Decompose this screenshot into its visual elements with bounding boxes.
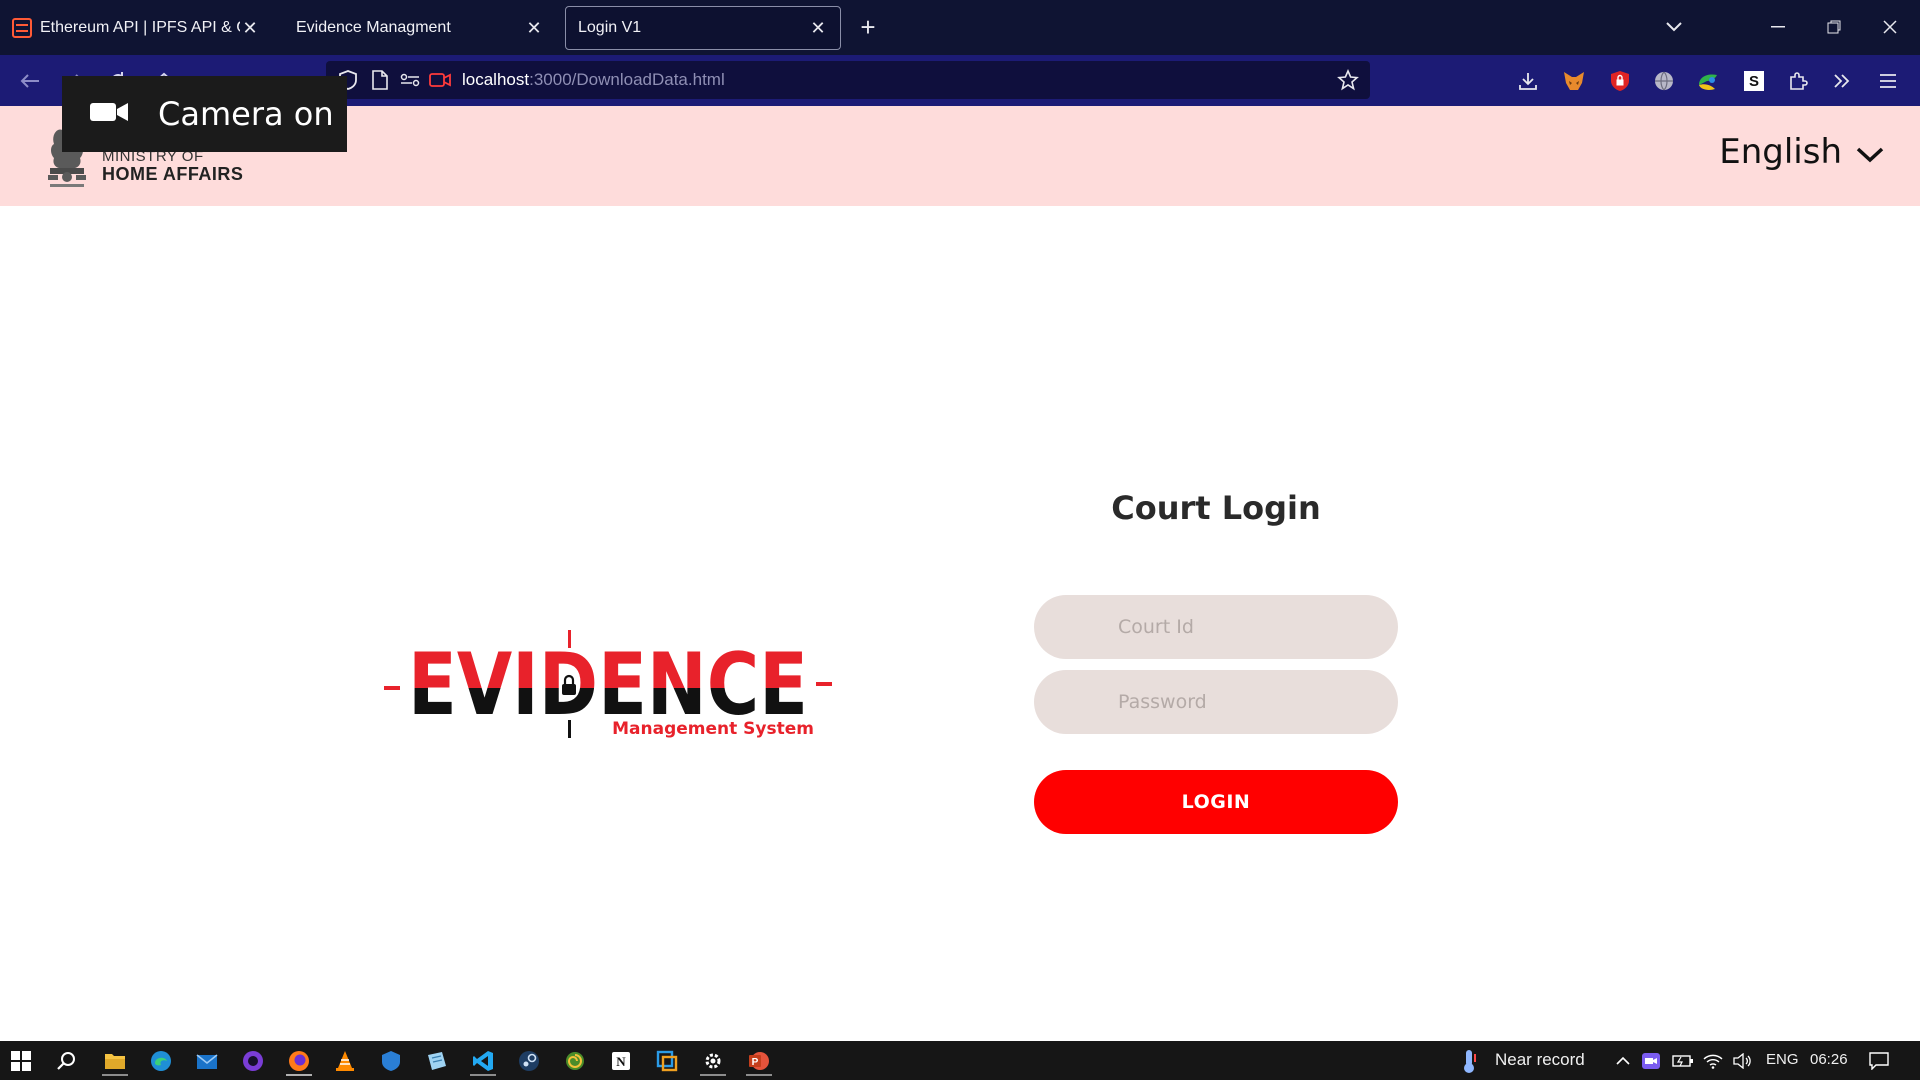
home-affairs-label: HOME AFFAIRS	[102, 164, 244, 184]
camera-sharing-icon[interactable]	[422, 62, 458, 98]
tab-evidence-managment[interactable]: Evidence Managment ✕	[284, 6, 556, 50]
steam-icon[interactable]	[514, 1046, 544, 1076]
url-text[interactable]: localhost:3000/DownloadData.html	[462, 70, 725, 90]
vscode-icon[interactable]	[468, 1046, 498, 1076]
password-manager-lock-icon[interactable]	[1602, 63, 1638, 99]
bookmark-star-icon[interactable]	[1330, 62, 1366, 98]
thermometer-weather-icon[interactable]	[1454, 1046, 1484, 1076]
colorful-extension-icon[interactable]	[1690, 63, 1726, 99]
new-tab-plus-icon[interactable]: +	[848, 8, 888, 46]
court-login-title: Court Login	[1111, 489, 1321, 527]
windows-taskbar: N P Near record ENG 06:26	[0, 1041, 1920, 1080]
tab-login-v1[interactable]: Login V1 ✕	[565, 6, 841, 50]
input-language[interactable]: ENG	[1766, 1051, 1799, 1068]
hamburger-menu-icon[interactable]	[1870, 63, 1906, 99]
windows-start-icon[interactable]	[6, 1046, 36, 1076]
blue-app-icon[interactable]	[376, 1046, 406, 1076]
overflow-chevrons-icon[interactable]	[1824, 63, 1860, 99]
evidence-logo: EVIDENCE EVIDENCE Management System	[380, 628, 840, 740]
url-path: :3000/DownloadData.html	[529, 70, 725, 89]
running-indicator	[470, 1074, 496, 1076]
settings-gear-icon[interactable]	[698, 1046, 728, 1076]
running-indicator	[746, 1074, 772, 1076]
tab-close-icon[interactable]: ✕	[808, 18, 828, 39]
tray-camera-icon[interactable]	[1636, 1046, 1666, 1076]
back-arrow-icon[interactable]	[12, 63, 48, 99]
language-select[interactable]: English	[1719, 132, 1884, 172]
logo-dash-right	[816, 682, 832, 686]
downloads-icon[interactable]	[1510, 63, 1546, 99]
tab-close-icon[interactable]: ✕	[524, 18, 544, 39]
browser-tab-strip: Ethereum API | IPFS API & Gatew ✕ Eviden…	[0, 0, 1920, 55]
window-close-icon[interactable]	[1870, 8, 1910, 46]
svg-text:S: S	[1749, 73, 1759, 90]
tab-close-icon[interactable]: ✕	[240, 18, 260, 39]
svg-text:P: P	[752, 1057, 759, 1068]
camera-on-overlay: Camera on	[62, 76, 347, 152]
camera-on-label: Camera on	[158, 95, 334, 133]
tab-ethereum-api[interactable]: Ethereum API | IPFS API & Gatew ✕	[0, 6, 272, 50]
globe-extension-icon[interactable]	[1646, 63, 1682, 99]
clock-time[interactable]: 06:26	[1810, 1051, 1848, 1068]
notepad-icon[interactable]	[422, 1046, 452, 1076]
purple-app-icon[interactable]	[238, 1046, 268, 1076]
volume-icon[interactable]	[1728, 1046, 1758, 1076]
notification-center-icon[interactable]	[1864, 1046, 1894, 1076]
running-indicator	[700, 1074, 726, 1076]
powerpoint-icon[interactable]: P	[744, 1046, 774, 1076]
metamask-fox-icon[interactable]	[1556, 63, 1592, 99]
url-host: localhost	[462, 70, 530, 89]
weather-text[interactable]: Near record	[1495, 1050, 1585, 1070]
running-indicator	[102, 1074, 128, 1076]
active-indicator	[286, 1074, 312, 1076]
video-camera-icon	[90, 101, 130, 128]
vlc-icon[interactable]	[330, 1046, 360, 1076]
wifi-icon[interactable]	[1698, 1046, 1728, 1076]
s-extension-icon[interactable]: S	[1736, 63, 1772, 99]
restore-icon[interactable]	[1814, 8, 1854, 46]
snipping-tool-icon[interactable]	[652, 1046, 682, 1076]
logo-dash-left	[384, 686, 400, 690]
url-bar[interactable]: localhost:3000/DownloadData.html	[326, 61, 1370, 99]
pinata-favicon-icon	[12, 18, 32, 38]
svg-text:N: N	[616, 1054, 626, 1069]
extensions-puzzle-icon[interactable]	[1780, 63, 1816, 99]
crosshair-top-line	[568, 630, 571, 648]
app-spiral-icon[interactable]	[560, 1046, 590, 1076]
search-icon[interactable]	[52, 1046, 82, 1076]
crosshair-bottom-line	[568, 720, 571, 738]
court-id-input[interactable]	[1034, 595, 1398, 659]
tab-title: Evidence Managment	[296, 19, 451, 36]
firefox-icon[interactable]	[284, 1046, 314, 1076]
language-value: English	[1719, 132, 1842, 172]
list-tabs-chevron-icon[interactable]	[1654, 8, 1694, 46]
chevron-down-icon	[1856, 132, 1884, 172]
tab-title: Login V1	[578, 19, 642, 36]
tray-chevron-up-icon[interactable]	[1608, 1046, 1638, 1076]
password-input[interactable]	[1034, 670, 1398, 734]
edge-browser-icon[interactable]	[146, 1046, 176, 1076]
minimize-icon[interactable]	[1758, 8, 1798, 46]
mail-icon[interactable]	[192, 1046, 222, 1076]
battery-icon[interactable]	[1668, 1046, 1698, 1076]
login-button[interactable]: LOGIN	[1034, 770, 1398, 834]
logo-subtitle: Management System	[612, 719, 814, 739]
notion-icon[interactable]: N	[606, 1046, 636, 1076]
file-explorer-icon[interactable]	[100, 1046, 130, 1076]
tab-title: Ethereum API | IPFS API & Gatew	[40, 19, 240, 36]
